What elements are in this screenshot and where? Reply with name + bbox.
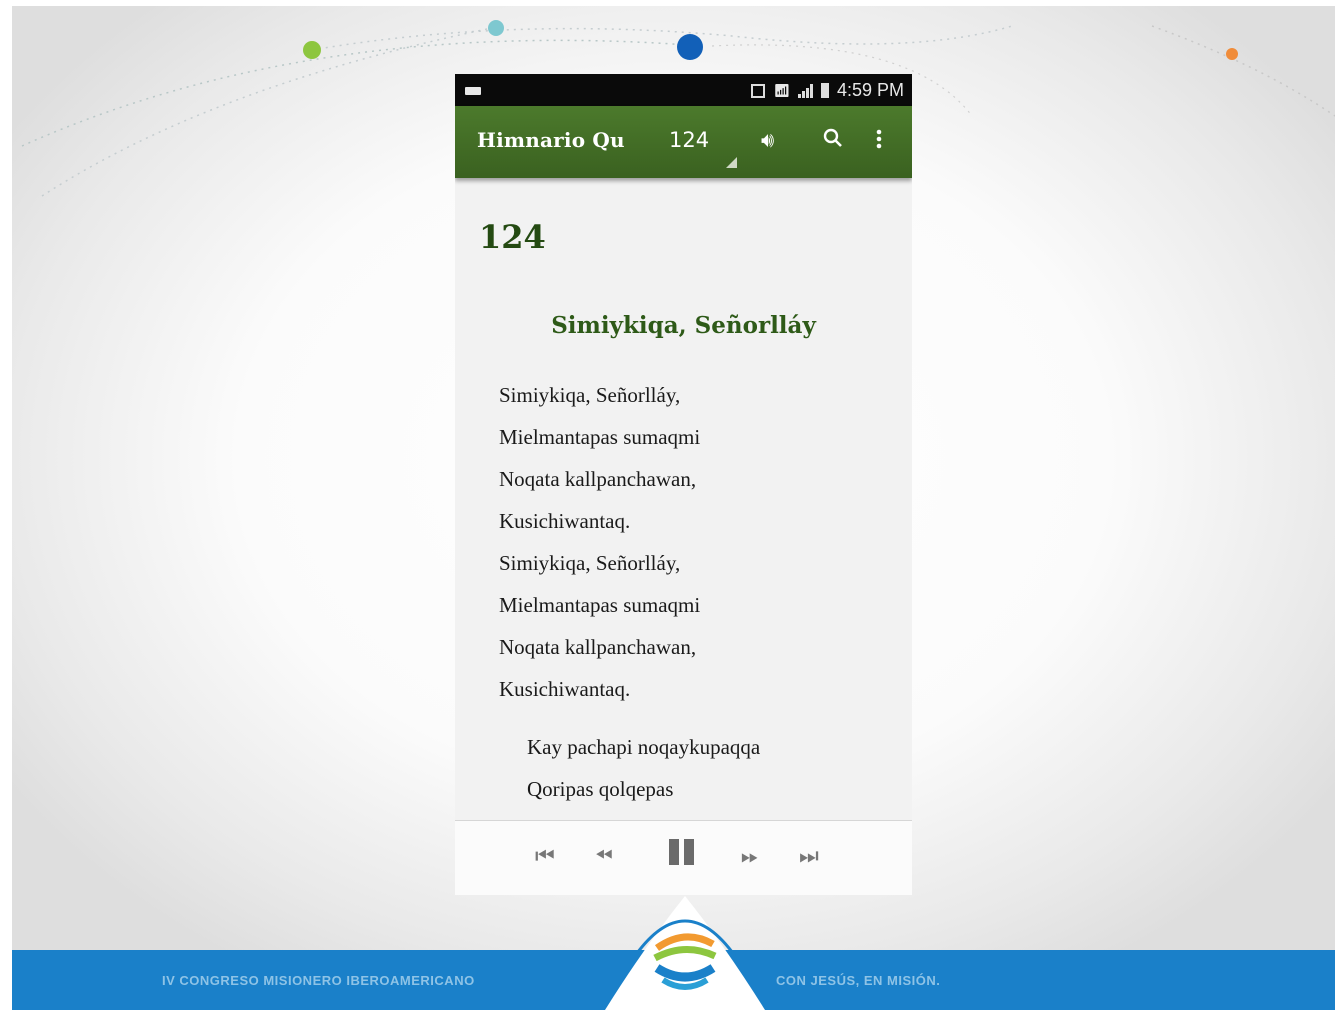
wifi-icon: 📶︎ bbox=[773, 82, 790, 98]
blue-dot bbox=[677, 34, 703, 60]
verse-line: Simiykiqa, Señorlláy, bbox=[499, 383, 681, 407]
verse-line: Mielmantapas sumaqmi bbox=[499, 593, 701, 617]
verse-line: Kusichiwantaq. bbox=[499, 509, 631, 533]
signal-icon bbox=[797, 83, 813, 98]
skip-to-end-icon[interactable]: ⏭︎ bbox=[799, 843, 819, 869]
orange-dot bbox=[1226, 48, 1238, 60]
pause-icon[interactable] bbox=[669, 839, 694, 865]
nfc-icon bbox=[751, 83, 766, 98]
congress-name: IV CONGRESO MISIONERO IBEROAMERICANO bbox=[162, 973, 475, 988]
overflow-menu-icon[interactable] bbox=[875, 128, 883, 157]
verse-line: Noqata kallpanchawan, bbox=[499, 467, 697, 491]
slogan: CON JESÚS, EN MISIÓN. bbox=[776, 973, 941, 988]
search-icon[interactable] bbox=[823, 128, 843, 157]
battery-icon bbox=[465, 87, 481, 95]
status-time: 4:59 PM bbox=[836, 80, 904, 100]
hymn-number-heading: 124 bbox=[479, 218, 546, 256]
congress-logo bbox=[605, 896, 765, 1010]
verse-chorus: Simiykiqa, Señorlláy, Mielmantapas sumaq… bbox=[499, 374, 700, 710]
verse-line: Qoripas qolqepas bbox=[527, 777, 674, 801]
hymn-number-dropdown-value: 124 bbox=[669, 128, 710, 152]
phone-screen: 📶︎ 4:59 PM Himnario Qu 124 🔊︎ 124 Simiyk… bbox=[455, 74, 912, 820]
app-title: Himnario Qu bbox=[477, 128, 625, 152]
battery-full-icon bbox=[820, 83, 829, 98]
hymn-title: Simiykiqa, Señorlláy bbox=[551, 312, 816, 339]
audio-player-controls: ⏮︎ ⏪︎ ⏩︎ ⏭︎ bbox=[455, 820, 912, 895]
dropdown-indicator-icon bbox=[726, 157, 737, 168]
rewind-icon[interactable]: ⏪︎ bbox=[595, 843, 613, 869]
app-toolbar: Himnario Qu 124 🔊︎ bbox=[455, 106, 912, 178]
verse-line: Kusichiwantaq. bbox=[499, 677, 631, 701]
hymn-number-dropdown[interactable]: 124 bbox=[669, 128, 737, 168]
teal-dot bbox=[488, 20, 504, 36]
verse-line: Simiykiqa, Señorlláy, bbox=[499, 551, 681, 575]
verse-line: Noqata kallpanchawan, bbox=[499, 635, 697, 659]
verse-stanza: Kay pachapi noqaykupaqqa Qoripas qolqepa… bbox=[527, 726, 760, 810]
fast-forward-icon[interactable]: ⏩︎ bbox=[741, 843, 759, 869]
skip-to-start-icon[interactable]: ⏮︎ bbox=[535, 843, 555, 869]
green-dot bbox=[303, 41, 321, 59]
status-bar: 📶︎ 4:59 PM bbox=[455, 74, 912, 106]
verse-line: Mielmantapas sumaqmi bbox=[499, 425, 701, 449]
verse-line: Kay pachapi noqaykupaqqa bbox=[527, 735, 761, 759]
hymn-content[interactable]: 124 Simiykiqa, Señorlláy Simiykiqa, Seño… bbox=[455, 178, 912, 820]
volume-icon[interactable]: 🔊︎ bbox=[761, 128, 774, 154]
